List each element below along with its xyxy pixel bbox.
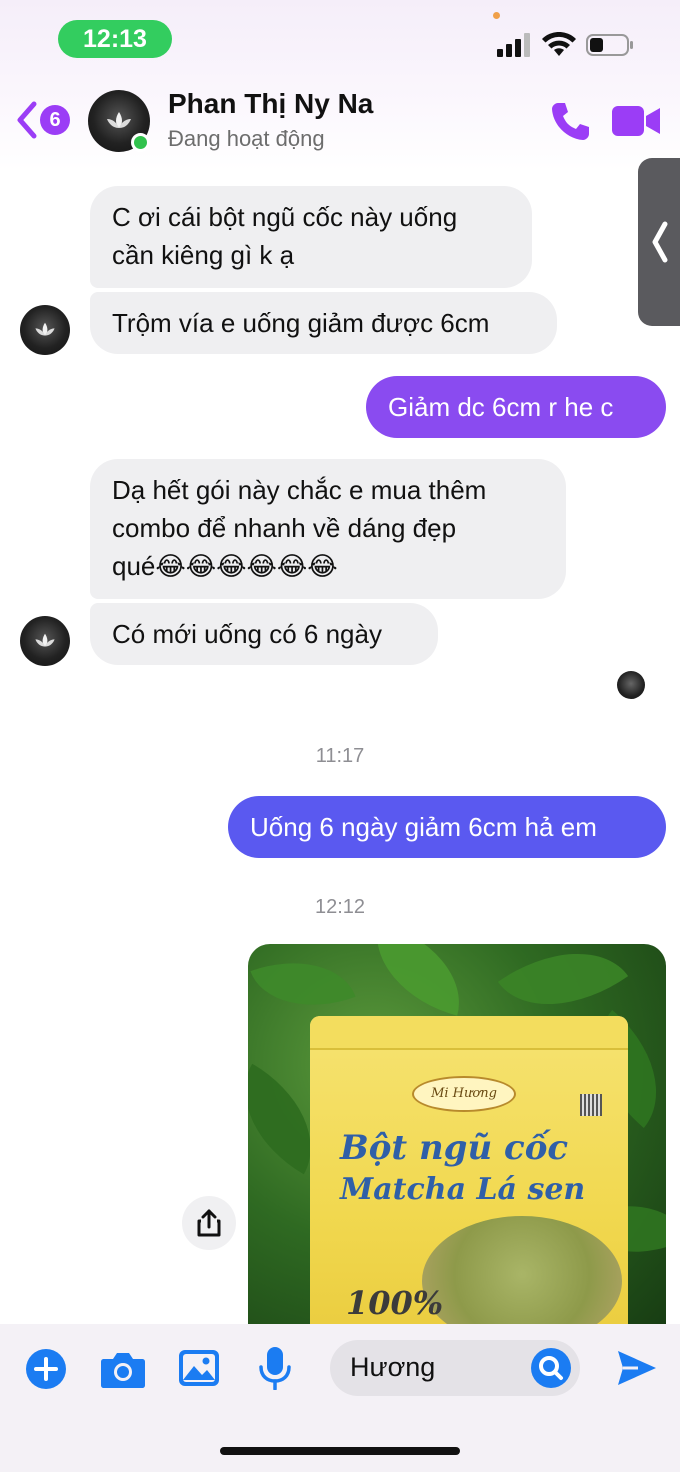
bag-zipper: [310, 1016, 628, 1050]
gallery-icon[interactable]: [178, 1348, 220, 1388]
message-text-line: Dạ hết gói này chắc e mua thêm: [112, 475, 487, 505]
status-time: 12:13: [58, 20, 172, 58]
message-text-line: C ơi cái bột ngũ cốc này uống: [112, 202, 458, 232]
battery-icon: [586, 34, 633, 56]
video-camera-icon[interactable]: [610, 100, 662, 142]
camera-icon[interactable]: [100, 1349, 146, 1389]
product-bag: Mi Hương Bột ngũ cốc Matcha Lá sen 100%: [310, 1016, 628, 1344]
search-icon: [539, 1356, 563, 1380]
sender-avatar[interactable]: [20, 305, 70, 355]
phone-icon[interactable]: [549, 100, 591, 142]
seen-receipt-avatar: [617, 671, 645, 699]
message-text: Uống 6 ngày giảm 6cm hả em: [250, 812, 597, 842]
share-icon: [197, 1209, 221, 1237]
message-text: Trộm vía e uống giảm được 6cm: [112, 308, 490, 338]
message-bubble-incoming[interactable]: Trộm vía e uống giảm được 6cm: [90, 292, 557, 354]
contact-status: Đang hoạt động: [168, 126, 325, 151]
message-bubble-incoming[interactable]: Có mới uống có 6 ngày: [90, 603, 438, 665]
send-icon[interactable]: [616, 1348, 658, 1388]
cellular-signal-icon: [497, 33, 530, 57]
product-title-line1: Bột ngũ cốc: [340, 1128, 569, 1168]
lotus-icon: [35, 322, 55, 336]
message-text: Có mới uống có 6 ngày: [112, 619, 382, 649]
side-panel-handle[interactable]: [638, 158, 680, 326]
message-bubble-incoming[interactable]: Dạ hết gói này chắc e mua thêm combo để …: [90, 459, 566, 599]
product-title-line2: Matcha Lá sen: [340, 1172, 586, 1207]
privacy-indicator-dot: [493, 12, 500, 19]
wifi-icon: [542, 32, 576, 56]
message-timestamp: 11:17: [315, 745, 365, 767]
message-text-line: qué😂😂😂😂😂😂: [112, 551, 338, 581]
leaf-decoration: [360, 944, 476, 1016]
unread-count-badge[interactable]: 6: [40, 105, 70, 135]
message-bubble-outgoing[interactable]: Giảm dc 6cm r he c: [366, 376, 666, 438]
plus-icon: [34, 1357, 58, 1381]
message-text-line: combo để nhanh về dáng đẹp: [112, 513, 457, 543]
plus-button[interactable]: [26, 1349, 66, 1389]
online-status-dot: [131, 133, 150, 152]
home-indicator: [220, 1447, 460, 1455]
chevron-left-icon: [652, 221, 668, 263]
message-text-line: cần kiêng gì k ạ: [112, 240, 295, 270]
lotus-icon: [35, 633, 55, 647]
share-button[interactable]: [182, 1196, 236, 1250]
qr-code: [580, 1094, 602, 1116]
sender-avatar[interactable]: [20, 616, 70, 666]
search-button[interactable]: [531, 1348, 571, 1388]
contact-name[interactable]: Phan Thị Ny Na: [168, 88, 373, 120]
message-input-value[interactable]: Hương: [350, 1352, 435, 1383]
product-percent: 100%: [346, 1284, 444, 1322]
brand-logo: Mi Hương: [412, 1076, 516, 1112]
message-bubble-incoming[interactable]: C ơi cái bột ngũ cốc này uống cần kiêng …: [90, 186, 532, 288]
message-timestamp: 12:12: [314, 896, 366, 918]
photo-message[interactable]: Mi Hương Bột ngũ cốc Matcha Lá sen 100%: [248, 944, 666, 1344]
lotus-icon: [107, 112, 131, 128]
microphone-icon[interactable]: [258, 1346, 292, 1390]
message-bubble-outgoing[interactable]: Uống 6 ngày giảm 6cm hả em: [228, 796, 666, 858]
message-text: Giảm dc 6cm r he c: [388, 392, 614, 422]
